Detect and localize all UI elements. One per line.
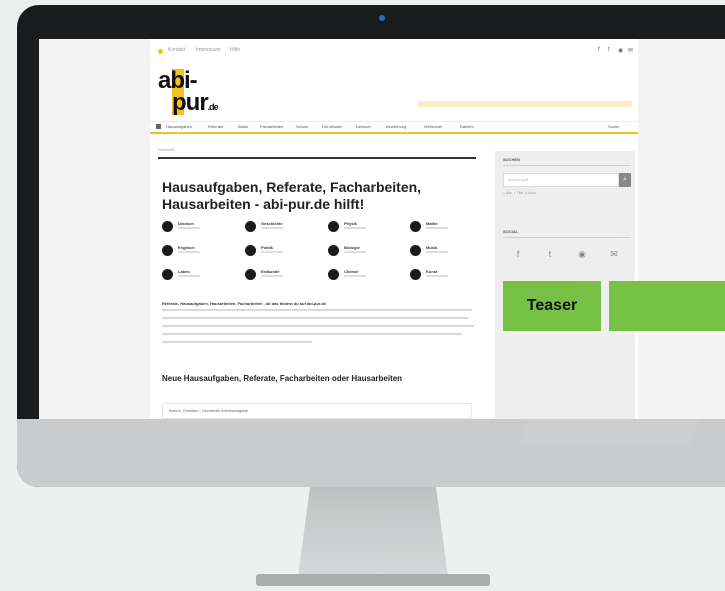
browser-screen: Kontakt Impressum Hilfe f t ◉ ✉ abi- pur… bbox=[39, 39, 725, 419]
text-line bbox=[162, 341, 312, 343]
twitter-icon[interactable]: t bbox=[608, 47, 610, 53]
monitor-base bbox=[256, 574, 490, 586]
category-icon bbox=[162, 245, 173, 256]
category-link[interactable]: Mathe bbox=[410, 221, 480, 235]
page-title: Hausaufgaben, Referate, Facharbeiten, Ha… bbox=[162, 179, 422, 212]
nav-item[interactable]: Uni-Wissen bbox=[322, 124, 342, 129]
monitor-bezel: Kontakt Impressum Hilfe f t ◉ ✉ abi- pur… bbox=[17, 5, 725, 487]
monitor-chin bbox=[17, 419, 725, 487]
home-icon[interactable] bbox=[156, 124, 161, 129]
nav-item[interactable]: Abitur bbox=[238, 124, 248, 129]
teaser-pointer bbox=[609, 281, 725, 331]
twitter-icon[interactable]: t bbox=[541, 249, 559, 263]
site-logo[interactable]: abi- pur.de bbox=[158, 65, 248, 117]
category-icon bbox=[328, 245, 339, 256]
social-icons: f t ◉ ✉ bbox=[503, 243, 631, 267]
category-link[interactable]: Deutsch bbox=[162, 221, 232, 235]
logo-text-2: pur.de bbox=[172, 89, 219, 116]
category-link[interactable]: Latein bbox=[162, 269, 232, 283]
nav-item[interactable]: Schule bbox=[296, 124, 308, 129]
text-line bbox=[162, 325, 474, 327]
nav-item[interactable]: Dateien bbox=[460, 124, 474, 129]
divider bbox=[503, 237, 631, 238]
webcam bbox=[379, 15, 385, 21]
category-link[interactable]: Biologie bbox=[328, 245, 398, 259]
facebook-icon[interactable]: f bbox=[509, 249, 527, 263]
nav-item[interactable]: Hausaufgaben bbox=[166, 124, 192, 129]
category-icon bbox=[245, 269, 256, 280]
sidebar-search-title: SUCHEN bbox=[503, 157, 520, 162]
rss-icon[interactable]: ◉ bbox=[573, 249, 591, 263]
website: Kontakt Impressum Hilfe f t ◉ ✉ abi- pur… bbox=[150, 39, 638, 419]
category-link[interactable]: Chemie bbox=[328, 269, 398, 283]
search-icon[interactable]: ⌕ bbox=[619, 173, 631, 187]
search-input[interactable]: Suchbegriff bbox=[503, 173, 619, 187]
category-icon bbox=[162, 221, 173, 232]
category-link[interactable]: Geschichte bbox=[245, 221, 315, 235]
category-icon bbox=[410, 221, 421, 232]
monitor-stand bbox=[298, 487, 448, 577]
category-link[interactable]: Englisch bbox=[162, 245, 232, 259]
nav-search-link[interactable]: Suche bbox=[608, 124, 619, 129]
topbar-link[interactable]: Hilfe bbox=[230, 47, 240, 53]
header-banner bbox=[418, 101, 632, 107]
breadcrumb[interactable]: Startseite bbox=[158, 147, 175, 152]
main-nav: Hausaufgaben Referate Abitur Facharbeite… bbox=[150, 121, 638, 134]
divider bbox=[158, 157, 476, 159]
category-icon bbox=[245, 221, 256, 232]
category-icon bbox=[410, 269, 421, 280]
facebook-icon[interactable]: f bbox=[598, 47, 600, 53]
mail-icon[interactable]: ✉ bbox=[628, 47, 633, 54]
category-link[interactable]: Erdkunde bbox=[245, 269, 315, 283]
section-title: Neue Hausaufgaben, Referate, Facharbeite… bbox=[162, 374, 403, 383]
nav-item[interactable]: Referate bbox=[208, 124, 223, 129]
nav-item[interactable]: Deutsch bbox=[356, 124, 371, 129]
search-options[interactable]: ○ Alle ○ Titel ● Autor bbox=[503, 191, 536, 195]
category-link[interactable]: Politik bbox=[245, 245, 315, 259]
nav-item[interactable]: Bewerbung bbox=[386, 124, 406, 129]
top-bar: Kontakt Impressum Hilfe f t ◉ ✉ bbox=[150, 47, 638, 59]
text-line bbox=[162, 333, 462, 335]
category-icon bbox=[245, 245, 256, 256]
category-icon bbox=[410, 245, 421, 256]
list-item[interactable]: Brecht, Christian - Dreiviertel Arbeitsa… bbox=[162, 403, 472, 419]
category-icon bbox=[162, 269, 173, 280]
mail-icon[interactable]: ✉ bbox=[605, 249, 623, 263]
teaser-label: Teaser bbox=[503, 281, 601, 331]
nav-item[interactable]: Wirtschaft bbox=[424, 124, 442, 129]
rss-icon[interactable]: ◉ bbox=[618, 47, 623, 54]
text-line bbox=[162, 309, 472, 311]
topbar-dot-icon bbox=[158, 49, 163, 54]
category-icon bbox=[328, 221, 339, 232]
category-link[interactable]: Physik bbox=[328, 221, 398, 235]
category-link[interactable]: Musik bbox=[410, 245, 480, 259]
category-icon bbox=[328, 269, 339, 280]
intro-heading: Referate, Hausaufgaben, Hausarbeiten, Fa… bbox=[162, 301, 327, 306]
sidebar-social-title: SOCIAL bbox=[503, 229, 519, 234]
topbar-link[interactable]: Impressum bbox=[196, 47, 221, 53]
category-link[interactable]: Kunst bbox=[410, 269, 480, 283]
divider bbox=[503, 165, 631, 166]
text-line bbox=[162, 317, 468, 319]
topbar-link[interactable]: Kontakt bbox=[168, 47, 185, 53]
nav-item[interactable]: Facharbeiten bbox=[260, 124, 283, 129]
